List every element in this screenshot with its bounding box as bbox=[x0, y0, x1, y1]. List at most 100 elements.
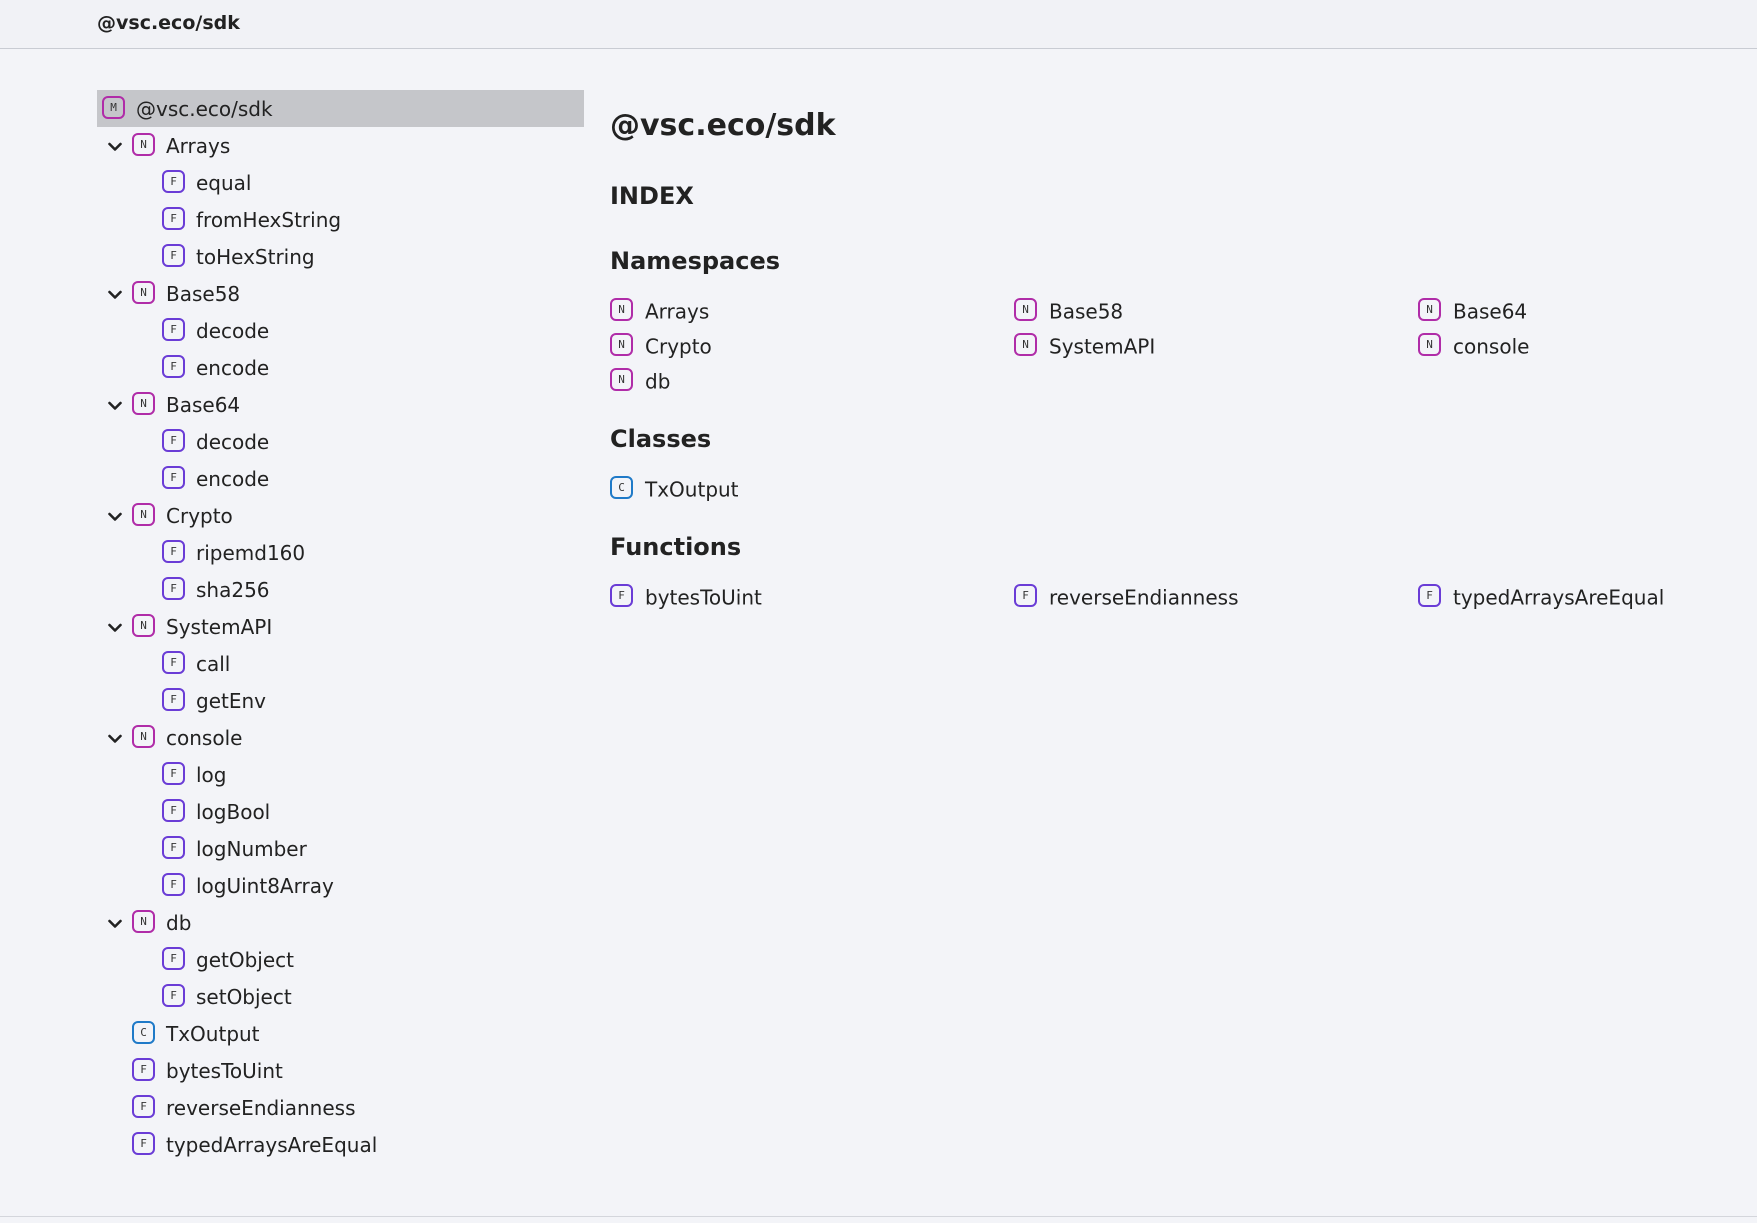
chevron-down-icon[interactable] bbox=[105, 275, 125, 312]
tree-item-systemapi-getenv[interactable]: FgetEnv bbox=[97, 682, 584, 719]
item-label: Arrays bbox=[166, 134, 231, 158]
tree-item-console-logbool[interactable]: FlogBool bbox=[97, 793, 584, 830]
chevron-down-icon[interactable] bbox=[105, 386, 125, 423]
namespace-kind-icon: N bbox=[132, 503, 155, 526]
tree-item-console-log[interactable]: Flog bbox=[97, 756, 584, 793]
function-kind-icon: F bbox=[162, 170, 185, 193]
tree-item-console-lognumber[interactable]: FlogNumber bbox=[97, 830, 584, 867]
index-link-base64[interactable]: N Base64 bbox=[1418, 295, 1527, 325]
item-label: Base58 bbox=[1049, 299, 1124, 324]
tree-item-console[interactable]: Nconsole bbox=[97, 719, 584, 756]
item-label: encode bbox=[196, 467, 270, 491]
namespace-kind-icon: N bbox=[1418, 333, 1441, 356]
tree-item-crypto[interactable]: N Crypto bbox=[97, 497, 584, 534]
tree-item-reverseendianness[interactable]: FreverseEndianness bbox=[97, 1089, 584, 1126]
tree-item-base64[interactable]: N Base64 bbox=[97, 386, 584, 423]
item-label: Crypto bbox=[166, 504, 233, 528]
item-label: reverseEndianness bbox=[1049, 585, 1239, 610]
function-kind-icon: F bbox=[162, 799, 185, 822]
tree-item-systemapi-call[interactable]: Fcall bbox=[97, 645, 584, 682]
index-link-console[interactable]: Nconsole bbox=[1418, 330, 1529, 360]
function-kind-icon: F bbox=[162, 947, 185, 970]
section-grid-namespaces: N Arrays N Base58 N Base64 N Crypto N SystemAPI Nc… bbox=[610, 295, 1710, 400]
item-label: typedArraysAreEqual bbox=[166, 1133, 378, 1157]
tree-item-arrays-equal[interactable]: Fequal bbox=[97, 164, 584, 201]
item-label: call bbox=[196, 652, 231, 676]
item-label: fromHexString bbox=[196, 208, 342, 232]
tree-item-base64-encode[interactable]: Fencode bbox=[97, 460, 584, 497]
chevron-down-icon[interactable] bbox=[105, 904, 125, 941]
item-label: encode bbox=[196, 356, 270, 380]
tree-item-arrays[interactable]: N Arrays bbox=[97, 127, 584, 164]
item-label: sha256 bbox=[196, 578, 270, 602]
index-heading: INDEX bbox=[610, 182, 694, 210]
index-link-typedarraysareequal[interactable]: FtypedArraysAreEqual bbox=[1418, 581, 1664, 611]
tree-item-base58[interactable]: N Base58 bbox=[97, 275, 584, 312]
namespace-kind-icon: N bbox=[610, 368, 633, 391]
module-kind-icon: M bbox=[102, 96, 125, 119]
top-bar: @vsc.eco/sdk bbox=[0, 0, 1757, 49]
index-link-arrays[interactable]: N Arrays bbox=[610, 295, 709, 325]
index-link-systemapi[interactable]: N SystemAPI bbox=[1014, 330, 1155, 360]
item-label: logBool bbox=[196, 800, 271, 824]
namespace-kind-icon: N bbox=[1014, 333, 1037, 356]
function-kind-icon: F bbox=[132, 1132, 155, 1155]
tree-item-base58-decode[interactable]: Fdecode bbox=[97, 312, 584, 349]
chevron-down-icon[interactable] bbox=[105, 127, 125, 164]
tree-item-db-getobject[interactable]: FgetObject bbox=[97, 941, 584, 978]
tree-item-console-loguint8array[interactable]: FlogUint8Array bbox=[97, 867, 584, 904]
tree-item-bytestouint[interactable]: FbytesToUint bbox=[97, 1052, 584, 1089]
index-link-txoutput[interactable]: C TxOutput bbox=[610, 473, 739, 503]
tree-item-systemapi[interactable]: N SystemAPI bbox=[97, 608, 584, 645]
chevron-down-icon[interactable] bbox=[105, 608, 125, 645]
function-kind-icon: F bbox=[162, 207, 185, 230]
chevron-down-icon[interactable] bbox=[105, 497, 125, 534]
index-link-base58[interactable]: N Base58 bbox=[1014, 295, 1123, 325]
function-kind-icon: F bbox=[1418, 584, 1441, 607]
item-label: getEnv bbox=[196, 689, 266, 713]
tree-item-crypto-ripemd160[interactable]: Fripemd160 bbox=[97, 534, 584, 571]
function-kind-icon: F bbox=[162, 762, 185, 785]
class-kind-icon: C bbox=[132, 1021, 155, 1044]
namespace-kind-icon: N bbox=[610, 298, 633, 321]
function-kind-icon: F bbox=[132, 1095, 155, 1118]
index-link-reverseendianness[interactable]: FreverseEndianness bbox=[1014, 581, 1239, 611]
item-label: SystemAPI bbox=[166, 615, 273, 639]
section-grid-classes: C TxOutput bbox=[610, 473, 1710, 508]
section-heading-functions: Functions bbox=[610, 533, 742, 561]
bottom-divider bbox=[0, 1216, 1757, 1217]
tree-item-typedarraysareequal[interactable]: FtypedArraysAreEqual bbox=[97, 1126, 584, 1163]
page-title: @vsc.eco/sdk bbox=[610, 108, 836, 143]
item-label: console bbox=[166, 726, 243, 750]
function-kind-icon: F bbox=[162, 466, 185, 489]
tree-item-root[interactable]: M @vsc.eco/sdk bbox=[97, 90, 584, 127]
namespace-kind-icon: N bbox=[132, 910, 155, 933]
item-label: Crypto bbox=[645, 334, 712, 359]
function-kind-icon: F bbox=[162, 651, 185, 674]
function-kind-icon: F bbox=[162, 836, 185, 859]
tree-item-base64-decode[interactable]: Fdecode bbox=[97, 423, 584, 460]
index-link-db[interactable]: Ndb bbox=[610, 365, 670, 395]
chevron-down-icon[interactable] bbox=[105, 719, 125, 756]
tree-item-db[interactable]: Ndb bbox=[97, 904, 584, 941]
section-grid-functions: FbytesToUint FreverseEndianness FtypedArra… bbox=[610, 581, 1710, 616]
item-label: equal bbox=[196, 171, 252, 195]
section-heading-classes: Classes bbox=[610, 425, 712, 453]
function-kind-icon: F bbox=[162, 688, 185, 711]
sidebar-navigation: M @vsc.eco/sdk N Arrays Fequal FfromHexString… bbox=[97, 90, 584, 1163]
function-kind-icon: F bbox=[162, 429, 185, 452]
function-kind-icon: F bbox=[162, 577, 185, 600]
namespace-kind-icon: N bbox=[132, 133, 155, 156]
function-kind-icon: F bbox=[162, 984, 185, 1007]
tree-item-txoutput[interactable]: C TxOutput bbox=[97, 1015, 584, 1052]
tree-item-base58-encode[interactable]: Fencode bbox=[97, 349, 584, 386]
index-link-crypto[interactable]: N Crypto bbox=[610, 330, 712, 360]
tree-item-arrays-fromhexstring[interactable]: FfromHexString bbox=[97, 201, 584, 238]
index-link-bytestouint[interactable]: FbytesToUint bbox=[610, 581, 762, 611]
item-label: bytesToUint bbox=[645, 585, 762, 610]
tree-item-crypto-sha256[interactable]: Fsha256 bbox=[97, 571, 584, 608]
item-label: typedArraysAreEqual bbox=[1453, 585, 1665, 610]
site-title-link[interactable]: @vsc.eco/sdk bbox=[97, 12, 240, 34]
tree-item-db-setobject[interactable]: FsetObject bbox=[97, 978, 584, 1015]
tree-item-arrays-tohexstring[interactable]: FtoHexString bbox=[97, 238, 584, 275]
